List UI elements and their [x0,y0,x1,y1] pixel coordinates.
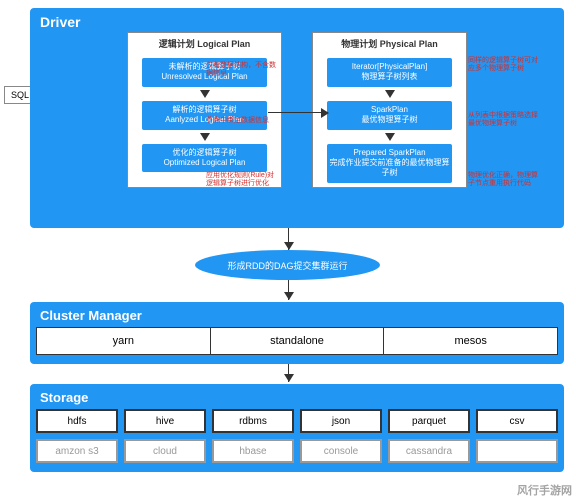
storage-title: Storage [36,390,558,405]
anno-logical-0: 仅有数据结构，不含数据信息 [206,62,281,79]
dag-node: 形成RDD的DAG提交集群运行 [195,250,380,280]
connector-driver-dag [288,228,289,250]
logical-plan-title: 逻辑计划 Logical Plan [159,37,251,50]
arrow-down-icon [385,133,395,141]
cluster-manager-panel: Cluster Manager yarn standalone mesos [30,302,564,364]
cluster-row: yarn standalone mesos [36,327,558,355]
cluster-item-yarn: yarn [37,328,211,354]
physical-plan-title: 物理计划 Physical Plan [341,37,438,50]
physical-step-prepared: Prepared SparkPlan完成作业提交前准备的最优物理算子树 [327,144,452,183]
storage-cloud: cloud [124,439,206,463]
physical-step-iterator: Iterator[PhysicalPlan]物理算子树列表 [327,58,452,87]
anno-physical-0: 同样的逻辑算子树可对应多个物理算子树 [468,57,543,74]
anno-logical-2: 应用优化规则(Rule)对逻辑算子树进行优化 [206,172,281,189]
logical-step-optimized: 优化的逻辑算子树Optimized Logical Plan [142,144,267,173]
arrow-down-icon [200,133,210,141]
logical-plan-column: 逻辑计划 Logical Plan 未解析的逻辑算子树Unresolved Lo… [127,32,282,188]
physical-step-sparkplan: SparkPlan最优物理算子树 [327,101,452,130]
physical-plan-column: 物理计划 Physical Plan Iterator[PhysicalPlan… [312,32,467,188]
connector-dag-cluster [288,280,289,300]
arrow-down-icon [200,90,210,98]
storage-cassandra: cassandra [388,439,470,463]
storage-rdbms: rdbms [212,409,294,433]
storage-row-primary: hdfs hive rdbms json parquet csv [36,409,558,433]
storage-json: json [300,409,382,433]
anno-logical-1: 节点中绑定数据信息 [206,117,281,125]
connector-cluster-storage [288,364,289,382]
cluster-item-standalone: standalone [211,328,385,354]
anno-physical-2: 物理优化正确，物理算子节点重用执行代码 [468,172,543,189]
storage-row-secondary: amzon s3 cloud hbase console cassandra [36,439,558,463]
storage-hdfs: hdfs [36,409,118,433]
storage-parquet: parquet [388,409,470,433]
watermark: 风行手游网 [517,482,572,498]
storage-hbase: hbase [212,439,294,463]
storage-panel: Storage hdfs hive rdbms json parquet csv… [30,384,564,472]
storage-empty [476,439,558,463]
anno-physical-1: 从列表中根据策略选择最优物理算子树 [468,112,543,129]
storage-csv: csv [476,409,558,433]
storage-amazon-s3: amzon s3 [36,439,118,463]
driver-panel: Driver 逻辑计划 Logical Plan 未解析的逻辑算子树Unreso… [30,8,564,228]
plan-transition-arrow [268,112,328,113]
driver-title: Driver [36,14,558,30]
cluster-item-mesos: mesos [384,328,557,354]
storage-hive: hive [124,409,206,433]
cluster-title: Cluster Manager [36,308,558,323]
arrow-down-icon [385,90,395,98]
storage-console: console [300,439,382,463]
